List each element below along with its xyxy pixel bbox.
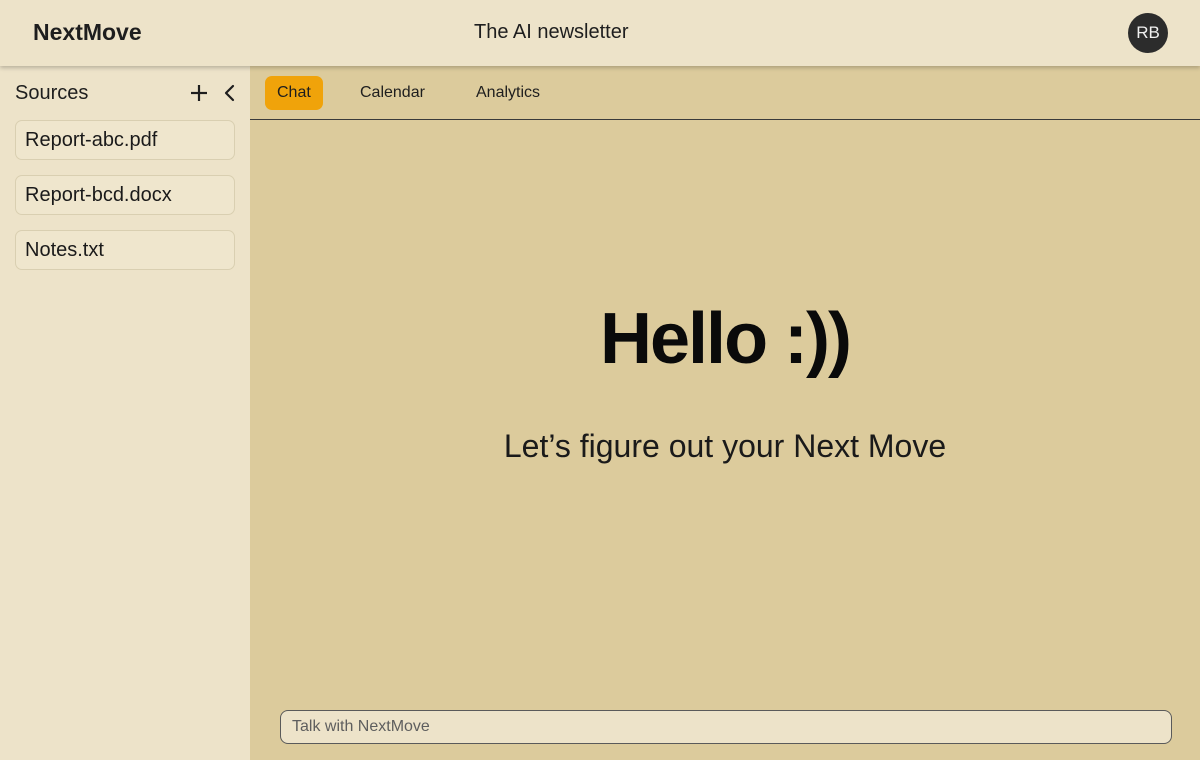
- tab-analytics[interactable]: Analytics: [476, 76, 540, 110]
- plus-icon[interactable]: [189, 83, 209, 103]
- tab-bar: Chat Calendar Analytics: [250, 66, 1200, 120]
- user-avatar[interactable]: RB: [1128, 13, 1168, 53]
- chevron-left-icon[interactable]: [222, 83, 238, 103]
- tab-chat[interactable]: Chat: [265, 76, 323, 110]
- chat-input[interactable]: [280, 710, 1172, 744]
- tab-calendar[interactable]: Calendar: [360, 76, 425, 110]
- main-panel: Chat Calendar Analytics Hello :)) Let’s …: [250, 66, 1200, 760]
- top-header: NextMove The AI newsletter RB: [0, 0, 1200, 66]
- source-item[interactable]: Report-abc.pdf: [15, 120, 235, 160]
- sources-sidebar: Sources Report-abc.pdf Report-bcd.docx N…: [0, 66, 250, 760]
- hero-greeting: Hello :)): [600, 299, 852, 379]
- source-item[interactable]: Notes.txt: [15, 230, 235, 270]
- hero-subtitle: Let’s figure out your Next Move: [503, 428, 947, 464]
- brand-logo[interactable]: NextMove: [33, 19, 142, 46]
- page-title: The AI newsletter: [474, 21, 629, 43]
- sources-title: Sources: [15, 82, 89, 104]
- source-item[interactable]: Report-bcd.docx: [15, 175, 235, 215]
